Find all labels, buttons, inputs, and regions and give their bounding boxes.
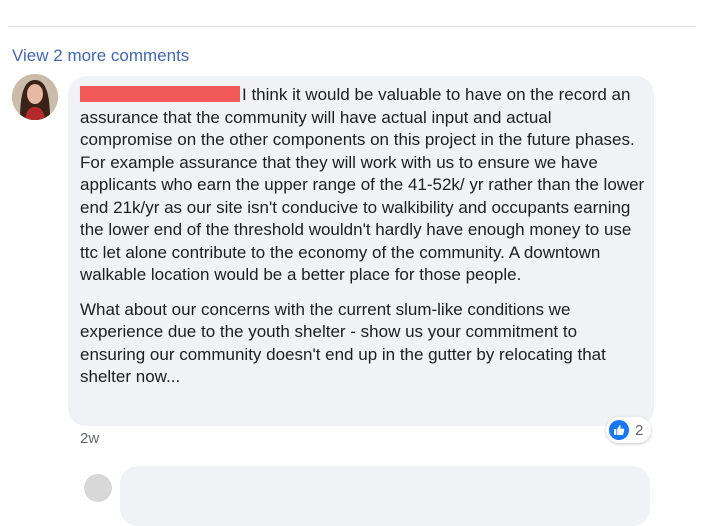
author-name-redacted[interactable] — [80, 86, 240, 102]
avatar-image — [12, 74, 58, 120]
next-comment-avatar[interactable] — [84, 474, 112, 502]
top-divider — [8, 26, 696, 27]
next-comment-bubble — [120, 466, 650, 526]
reaction-summary[interactable]: 2 — [606, 417, 652, 443]
avatar[interactable] — [12, 74, 58, 120]
comment-paragraph-1: I think it would be valuable to have on … — [80, 85, 645, 284]
view-more-comments-link[interactable]: View 2 more comments — [12, 46, 189, 66]
comment-body: I think it would be valuable to have on … — [80, 84, 646, 389]
like-icon — [609, 420, 629, 440]
comment-timestamp[interactable]: 2w — [80, 430, 99, 447]
reaction-count: 2 — [635, 421, 644, 439]
comment-paragraph-2: What about our concerns with the current… — [80, 299, 606, 387]
